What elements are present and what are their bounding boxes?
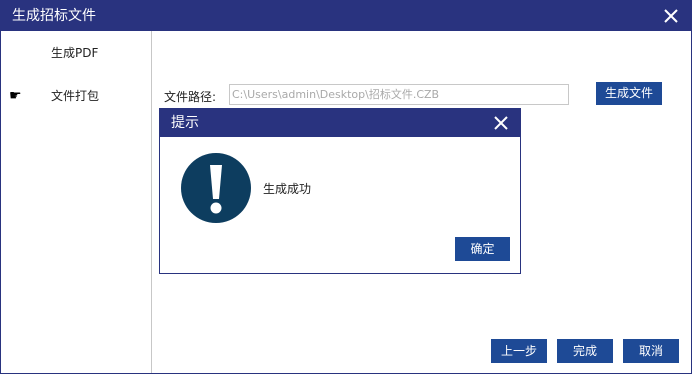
window-title: 生成招标文件 bbox=[12, 8, 96, 24]
dialog-divider bbox=[160, 136, 520, 137]
cancel-button[interactable]: 取消 bbox=[623, 339, 679, 363]
sidebar-item-label: 文件打包 bbox=[51, 89, 100, 103]
dialog-message: 生成成功 bbox=[263, 182, 312, 196]
generate-file-button[interactable]: 生成文件 bbox=[596, 82, 662, 105]
previous-step-button[interactable]: 上一步 bbox=[491, 339, 547, 363]
close-icon[interactable] bbox=[660, 5, 682, 27]
file-path-label: 文件路径: bbox=[164, 90, 217, 104]
prompt-dialog: 提示 生成成功 确定 bbox=[159, 108, 521, 274]
sidebar: 生成PDF ☛ 文件打包 bbox=[1, 31, 152, 373]
finish-button[interactable]: 完成 bbox=[557, 339, 613, 363]
sidebar-item-file-package[interactable]: ☛ 文件打包 bbox=[1, 84, 151, 108]
dialog-titlebar: 提示 bbox=[160, 109, 520, 136]
sidebar-item-generate-pdf[interactable]: 生成PDF bbox=[1, 41, 151, 65]
dialog-title: 提示 bbox=[171, 115, 199, 131]
window-titlebar: 生成招标文件 bbox=[1, 1, 691, 31]
close-icon[interactable] bbox=[490, 112, 512, 134]
sidebar-item-label: 生成PDF bbox=[51, 46, 99, 60]
file-path-input[interactable]: C:\Users\admin\Desktop\招标文件.CZB bbox=[229, 84, 569, 105]
pointing-hand-icon: ☛ bbox=[9, 88, 22, 104]
ok-button[interactable]: 确定 bbox=[455, 237, 510, 261]
exclamation-icon bbox=[181, 153, 251, 223]
